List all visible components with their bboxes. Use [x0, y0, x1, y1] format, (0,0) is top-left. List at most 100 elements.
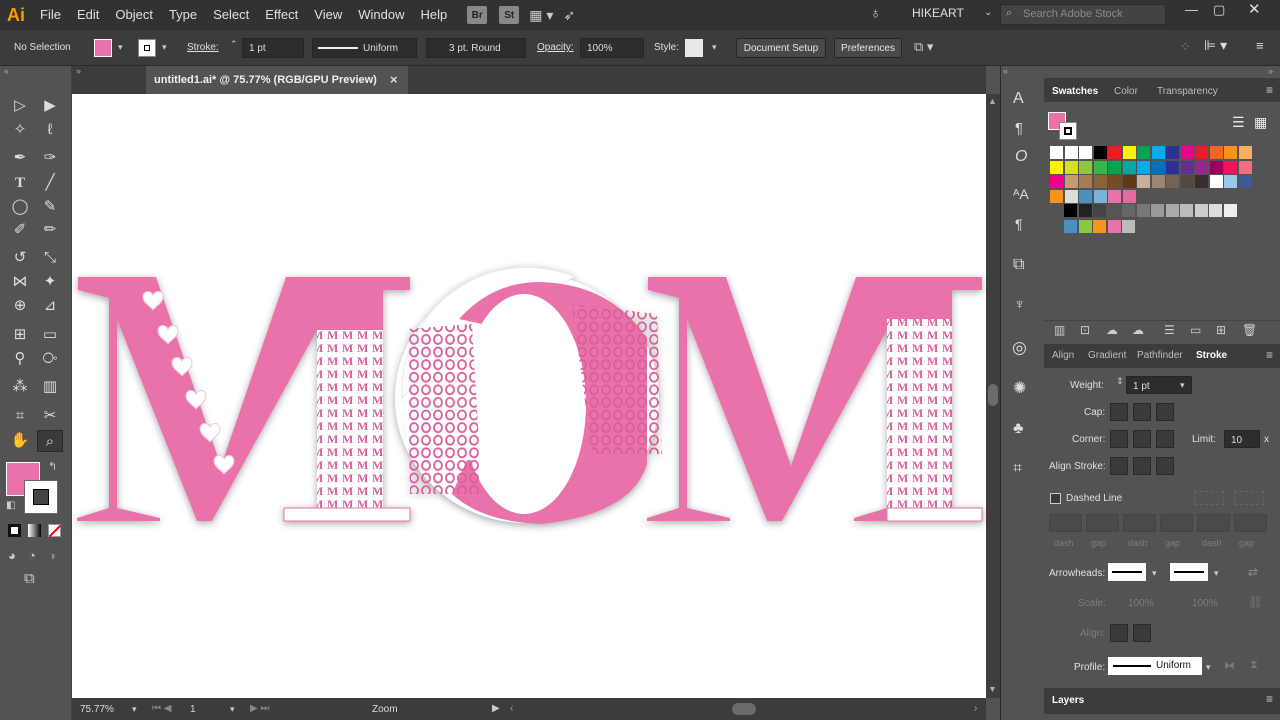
show-kinds-icon[interactable]: ☁: [1132, 323, 1144, 337]
color-swatch[interactable]: [1180, 146, 1194, 159]
direct-selection-tool-icon[interactable]: ▶: [39, 95, 61, 117]
align-outside-button[interactable]: [1156, 457, 1174, 475]
dash-gap-field[interactable]: [1123, 514, 1156, 532]
color-swatch[interactable]: [1166, 146, 1179, 159]
swap-arrowheads-icon[interactable]: ⇄: [1248, 565, 1258, 579]
end-scale-field[interactable]: 100%: [1192, 598, 1218, 609]
color-swatch[interactable]: [1122, 160, 1136, 174]
color-swatch[interactable]: [1108, 160, 1121, 174]
draw-normal-icon[interactable]: ◕: [8, 548, 16, 563]
tab-transparency[interactable]: Transparency: [1157, 86, 1218, 97]
dash-preserve-icon[interactable]: [1194, 491, 1224, 505]
color-swatch[interactable]: [1093, 160, 1107, 174]
menu-window[interactable]: Window: [350, 0, 412, 30]
color-swatch[interactable]: [1050, 175, 1063, 188]
chevron-down-icon[interactable]: ▾: [1180, 380, 1185, 391]
screen-mode-icon[interactable]: ⧉: [24, 570, 35, 587]
color-swatch[interactable]: [1093, 189, 1107, 203]
dash-gap-field[interactable]: [1160, 514, 1193, 532]
opentype-panel-icon[interactable]: O: [1015, 148, 1027, 166]
eyedropper-tool-icon[interactable]: ⚲: [9, 348, 31, 370]
color-swatch[interactable]: [1064, 189, 1078, 203]
end-arrowhead-select[interactable]: [1170, 563, 1208, 581]
lasso-tool-icon[interactable]: ℓ: [39, 119, 61, 141]
color-swatch[interactable]: [1050, 189, 1063, 203]
color-swatch[interactable]: [1137, 146, 1150, 159]
pen-tool-icon[interactable]: ✒: [9, 147, 31, 169]
color-swatch[interactable]: [1151, 204, 1164, 217]
flip-along-icon[interactable]: ⧓: [1224, 659, 1235, 672]
color-swatch[interactable]: [1122, 204, 1135, 217]
bevel-join-button[interactable]: [1156, 430, 1174, 448]
color-swatch[interactable]: [1064, 146, 1078, 159]
menu-view[interactable]: View: [306, 0, 350, 30]
puppet-panel-icon[interactable]: ♆: [1014, 296, 1025, 313]
swatch-libraries-icon[interactable]: ▥: [1054, 323, 1065, 337]
color-swatch[interactable]: [1079, 146, 1092, 159]
color-swatch[interactable]: [1195, 160, 1208, 174]
color-swatch[interactable]: [1151, 146, 1165, 159]
tab-layers[interactable]: Layers: [1052, 695, 1084, 706]
magic-wand-tool-icon[interactable]: ✧: [9, 119, 31, 141]
color-swatch[interactable]: [1223, 204, 1237, 217]
color-swatch[interactable]: [1180, 160, 1194, 174]
color-swatch[interactable]: [1238, 160, 1252, 174]
character-styles-icon[interactable]: ᴬA: [1013, 186, 1029, 202]
stroke-label[interactable]: Stroke:: [187, 42, 219, 53]
vertical-scrollbar[interactable]: ▲ ▼: [986, 94, 1000, 698]
projecting-cap-button[interactable]: [1156, 403, 1174, 421]
column-graph-tool-icon[interactable]: ▥: [39, 376, 61, 398]
ellipse-tool-icon[interactable]: ◯: [9, 196, 31, 218]
menu-effect[interactable]: Effect: [257, 0, 306, 30]
color-swatch[interactable]: [1107, 204, 1121, 217]
transform-icon[interactable]: ⧉ ▾: [914, 39, 933, 55]
none-mode-icon[interactable]: [48, 524, 62, 538]
letter-m-right[interactable]: [647, 277, 983, 522]
chevron-down-icon[interactable]: ▾: [1152, 568, 1157, 579]
gradient-tool-icon[interactable]: ▭: [39, 324, 61, 346]
appearance-panel-icon[interactable]: ◎: [1012, 338, 1027, 358]
line-segment-tool-icon[interactable]: ╱: [39, 172, 61, 194]
width-tool-icon[interactable]: ⋈: [9, 271, 31, 293]
scroll-down-icon[interactable]: ▼: [988, 684, 997, 694]
color-swatch[interactable]: [1093, 220, 1106, 233]
draw-behind-icon[interactable]: ◔: [28, 548, 36, 563]
zoom-tool-icon[interactable]: ⌕: [37, 430, 63, 452]
flip-across-icon[interactable]: ⧗: [1250, 659, 1258, 672]
link-scale-icon[interactable]: ⛓: [1248, 595, 1263, 609]
tab-align[interactable]: Align: [1052, 350, 1074, 361]
stroke-color-box[interactable]: [24, 480, 58, 514]
round-join-button[interactable]: [1133, 430, 1151, 448]
shape-builder-tool-icon[interactable]: ⊕: [9, 295, 31, 317]
color-swatch[interactable]: [1122, 175, 1136, 188]
new-color-group-icon[interactable]: ▭: [1190, 323, 1201, 337]
chevron-down-icon[interactable]: ▾: [118, 42, 123, 53]
color-swatch[interactable]: [1122, 189, 1136, 203]
list-view-icon[interactable]: ☰: [1232, 114, 1245, 131]
miter-limit-field[interactable]: 10: [1224, 430, 1260, 448]
color-swatch[interactable]: [1165, 204, 1179, 217]
opacity-field[interactable]: 100%: [580, 38, 644, 58]
puppet-warp-tool-icon[interactable]: ✦: [39, 271, 61, 293]
color-swatch[interactable]: [1195, 175, 1208, 188]
close-window-button[interactable]: ✕: [1248, 0, 1261, 18]
graphic-styles-panel-icon[interactable]: ⌗: [1013, 460, 1022, 478]
mom-artwork[interactable]: M: [72, 94, 986, 698]
stepper-icon[interactable]: ⌃: [230, 39, 238, 50]
rotate-tool-icon[interactable]: ↺: [9, 247, 31, 269]
add-to-library-icon[interactable]: ⊡: [1080, 323, 1090, 337]
dash-gap-field[interactable]: [1049, 514, 1082, 532]
color-swatch[interactable]: [1209, 204, 1222, 217]
color-swatch[interactable]: [1180, 204, 1193, 217]
fill-swatch[interactable]: [94, 39, 112, 57]
close-tab-icon[interactable]: ×: [390, 72, 398, 87]
color-swatch[interactable]: [1078, 204, 1092, 217]
color-mode-icon[interactable]: [8, 524, 21, 537]
character-panel-icon[interactable]: A: [1013, 90, 1024, 108]
color-swatch[interactable]: [1136, 204, 1150, 217]
menu-icon[interactable]: ≡: [1256, 38, 1264, 53]
chevron-down-icon[interactable]: ▾: [1214, 568, 1219, 579]
tab-color[interactable]: Color: [1114, 86, 1138, 97]
stock-search-input[interactable]: Search Adobe Stock: [1000, 4, 1166, 25]
dash-gap-field[interactable]: [1197, 514, 1230, 532]
